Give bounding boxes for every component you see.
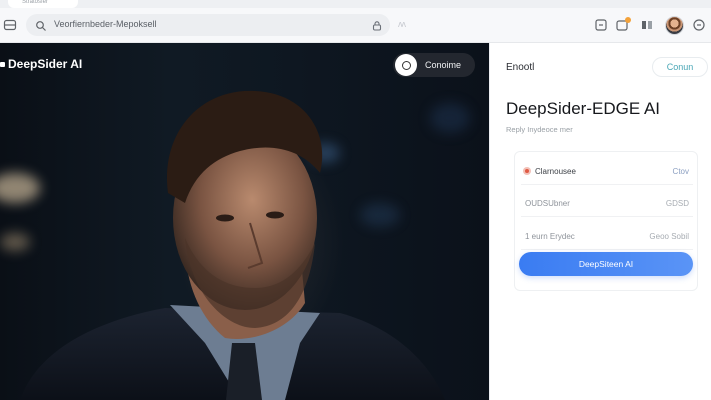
- list-item[interactable]: 1 eurn Erydec Geoo Sobil: [521, 224, 693, 250]
- menu-icon[interactable]: [692, 18, 706, 32]
- panel-title: Enootl: [506, 62, 535, 73]
- tabs-overview-icon[interactable]: [594, 18, 608, 32]
- tab-active[interactable]: Stratosfer: [8, 0, 78, 8]
- row-value: Ctov: [672, 167, 689, 176]
- list-item[interactable]: OUDSUbner GDSD: [521, 191, 693, 217]
- panel-subtitle: Reply Inydeoce mer: [506, 125, 573, 134]
- hero-pill-label: Conoime: [425, 60, 462, 70]
- notification-dot: [625, 17, 631, 23]
- notes-icon[interactable]: [615, 17, 631, 33]
- search-icon: [35, 19, 47, 31]
- browser-window: Stratosfer Veorfiernbeder-Mepoksell ʌʌ D…: [0, 0, 711, 400]
- row-value: GDSD: [665, 199, 689, 208]
- primary-cta-button[interactable]: DeepSiteen AI: [519, 252, 693, 276]
- row-label: Clarnousee: [535, 167, 576, 176]
- lock-icon[interactable]: [371, 19, 383, 31]
- panel-heading: DeepSider-EDGE AI: [506, 99, 661, 118]
- hero-logo-text: DeepSider AI: [8, 57, 83, 71]
- list-item[interactable]: Clarnousee Ctov: [521, 159, 693, 185]
- row-value: Geoo Sobil: [649, 232, 689, 241]
- hero-image: DeepSider AI Conoime: [0, 43, 489, 400]
- sidebar-toggle-icon[interactable]: [3, 18, 17, 32]
- tab-strip: Stratosfer: [0, 0, 711, 8]
- extensions-icon[interactable]: [640, 18, 654, 32]
- row-label: 1 eurn Erydec: [525, 232, 575, 241]
- address-text: Veorfiernbeder-Mepoksell: [54, 19, 157, 29]
- hero-pill-button[interactable]: Conoime: [393, 53, 475, 77]
- browser-toolbar: Veorfiernbeder-Mepoksell ʌʌ: [0, 8, 711, 43]
- extension-hint: ʌʌ: [398, 19, 406, 29]
- hero-logo: DeepSider AI: [0, 57, 82, 71]
- portrait-figure: [20, 90, 445, 400]
- record-icon: [395, 54, 417, 76]
- address-bar[interactable]: Veorfiernbeder-Mepoksell: [26, 14, 390, 36]
- record-dot-icon: [523, 167, 531, 175]
- logo-mark-icon: [0, 61, 5, 67]
- tab-inactive[interactable]: [92, 0, 132, 8]
- row-label: OUDSUbner: [525, 199, 570, 208]
- side-panel: Enootl Conun DeepSider-EDGE AI Reply Iny…: [489, 43, 711, 400]
- connect-button[interactable]: Conun: [652, 57, 708, 77]
- avatar[interactable]: [665, 16, 684, 35]
